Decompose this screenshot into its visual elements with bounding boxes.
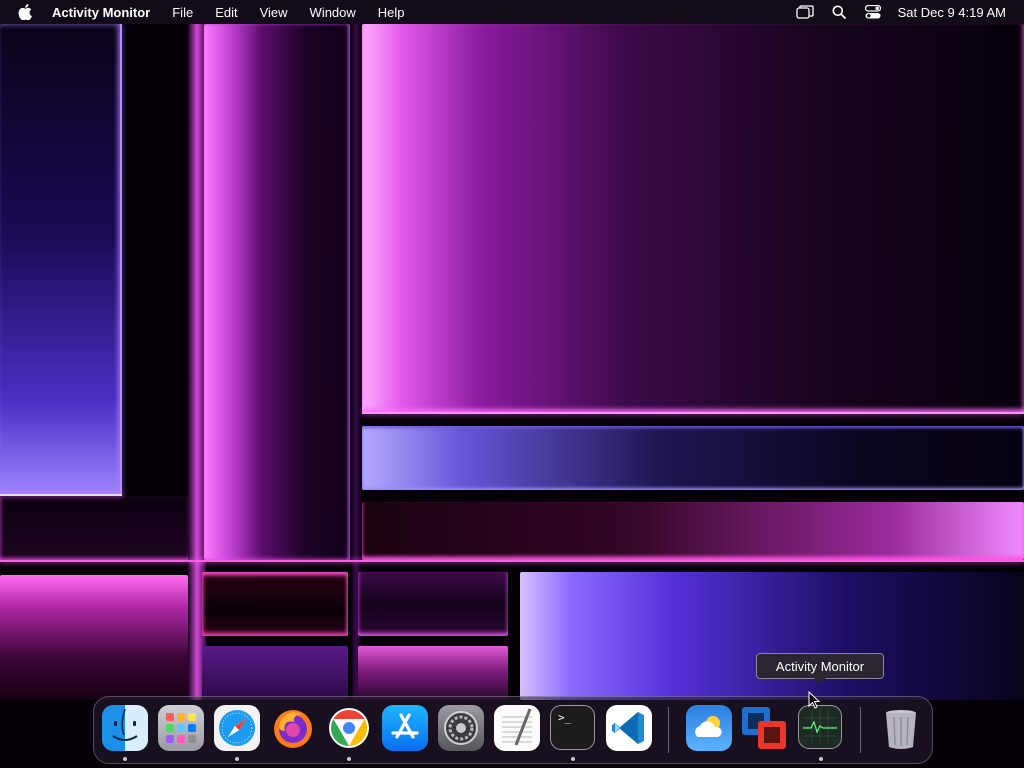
dock: >_ (93, 696, 933, 764)
screen-mirroring-icon[interactable] (795, 4, 814, 20)
status-area: Sat Dec 9 4:19 AM (780, 0, 1006, 24)
chrome-icon[interactable] (326, 705, 372, 751)
wallpaper-panel (362, 502, 1024, 560)
running-indicator (235, 757, 239, 761)
wallpaper-panel (202, 646, 348, 700)
spotlight-search-icon[interactable] (830, 4, 848, 20)
finder-icon[interactable] (102, 705, 148, 751)
control-center-icon[interactable] (864, 4, 882, 20)
wallpaper-panel (358, 572, 508, 636)
file-menu[interactable]: File (172, 5, 193, 20)
mouse-cursor-icon (808, 691, 821, 709)
wallpaper-glow (120, 24, 122, 496)
launchpad-icon[interactable] (158, 705, 204, 751)
activity-monitor-icon[interactable] (798, 705, 842, 749)
wallpaper-glow (362, 412, 1024, 414)
wallpaper-panel (362, 426, 1024, 490)
window-menu[interactable]: Window (310, 5, 356, 20)
edit-menu[interactable]: Edit (215, 5, 237, 20)
wallpaper-glow (0, 494, 122, 496)
menu-bar-clock[interactable]: Sat Dec 9 4:19 AM (898, 5, 1006, 20)
vmware-fusion-icon[interactable] (740, 705, 786, 751)
safari-icon[interactable] (214, 705, 260, 751)
wallpaper-panel (204, 24, 350, 560)
help-menu[interactable]: Help (378, 5, 405, 20)
terminal-prompt-label: >_ (558, 711, 572, 724)
trash-icon[interactable] (878, 705, 924, 751)
apple-menu-icon[interactable] (18, 4, 34, 20)
running-indicator (571, 757, 575, 761)
wallpaper-panel (362, 24, 1024, 414)
view-menu[interactable]: View (260, 5, 288, 20)
vscode-icon[interactable] (606, 705, 652, 751)
terminal-icon[interactable]: >_ (550, 705, 595, 750)
wallpaper-glow (0, 560, 1024, 562)
weather-icon[interactable] (686, 705, 732, 751)
dock-tooltip: Activity Monitor (756, 653, 884, 684)
running-indicator (123, 757, 127, 761)
running-indicator (819, 757, 823, 761)
wallpaper-panel (0, 575, 188, 700)
wallpaper-panel (520, 572, 1024, 700)
wallpaper-panel (202, 572, 348, 636)
app-menu[interactable]: Activity Monitor (52, 5, 150, 20)
wallpaper-panel (358, 646, 508, 700)
textedit-icon[interactable] (494, 705, 540, 751)
wallpaper-panel (0, 496, 190, 562)
menu-bar: Activity Monitor File Edit View Window H… (0, 0, 1024, 24)
dock-separator (860, 707, 861, 753)
system-settings-icon[interactable] (438, 705, 484, 751)
dock-separator (668, 707, 669, 753)
app-store-icon[interactable] (382, 705, 428, 751)
wallpaper-panel (0, 24, 122, 496)
firefox-icon[interactable] (270, 705, 316, 751)
running-indicator (347, 757, 351, 761)
